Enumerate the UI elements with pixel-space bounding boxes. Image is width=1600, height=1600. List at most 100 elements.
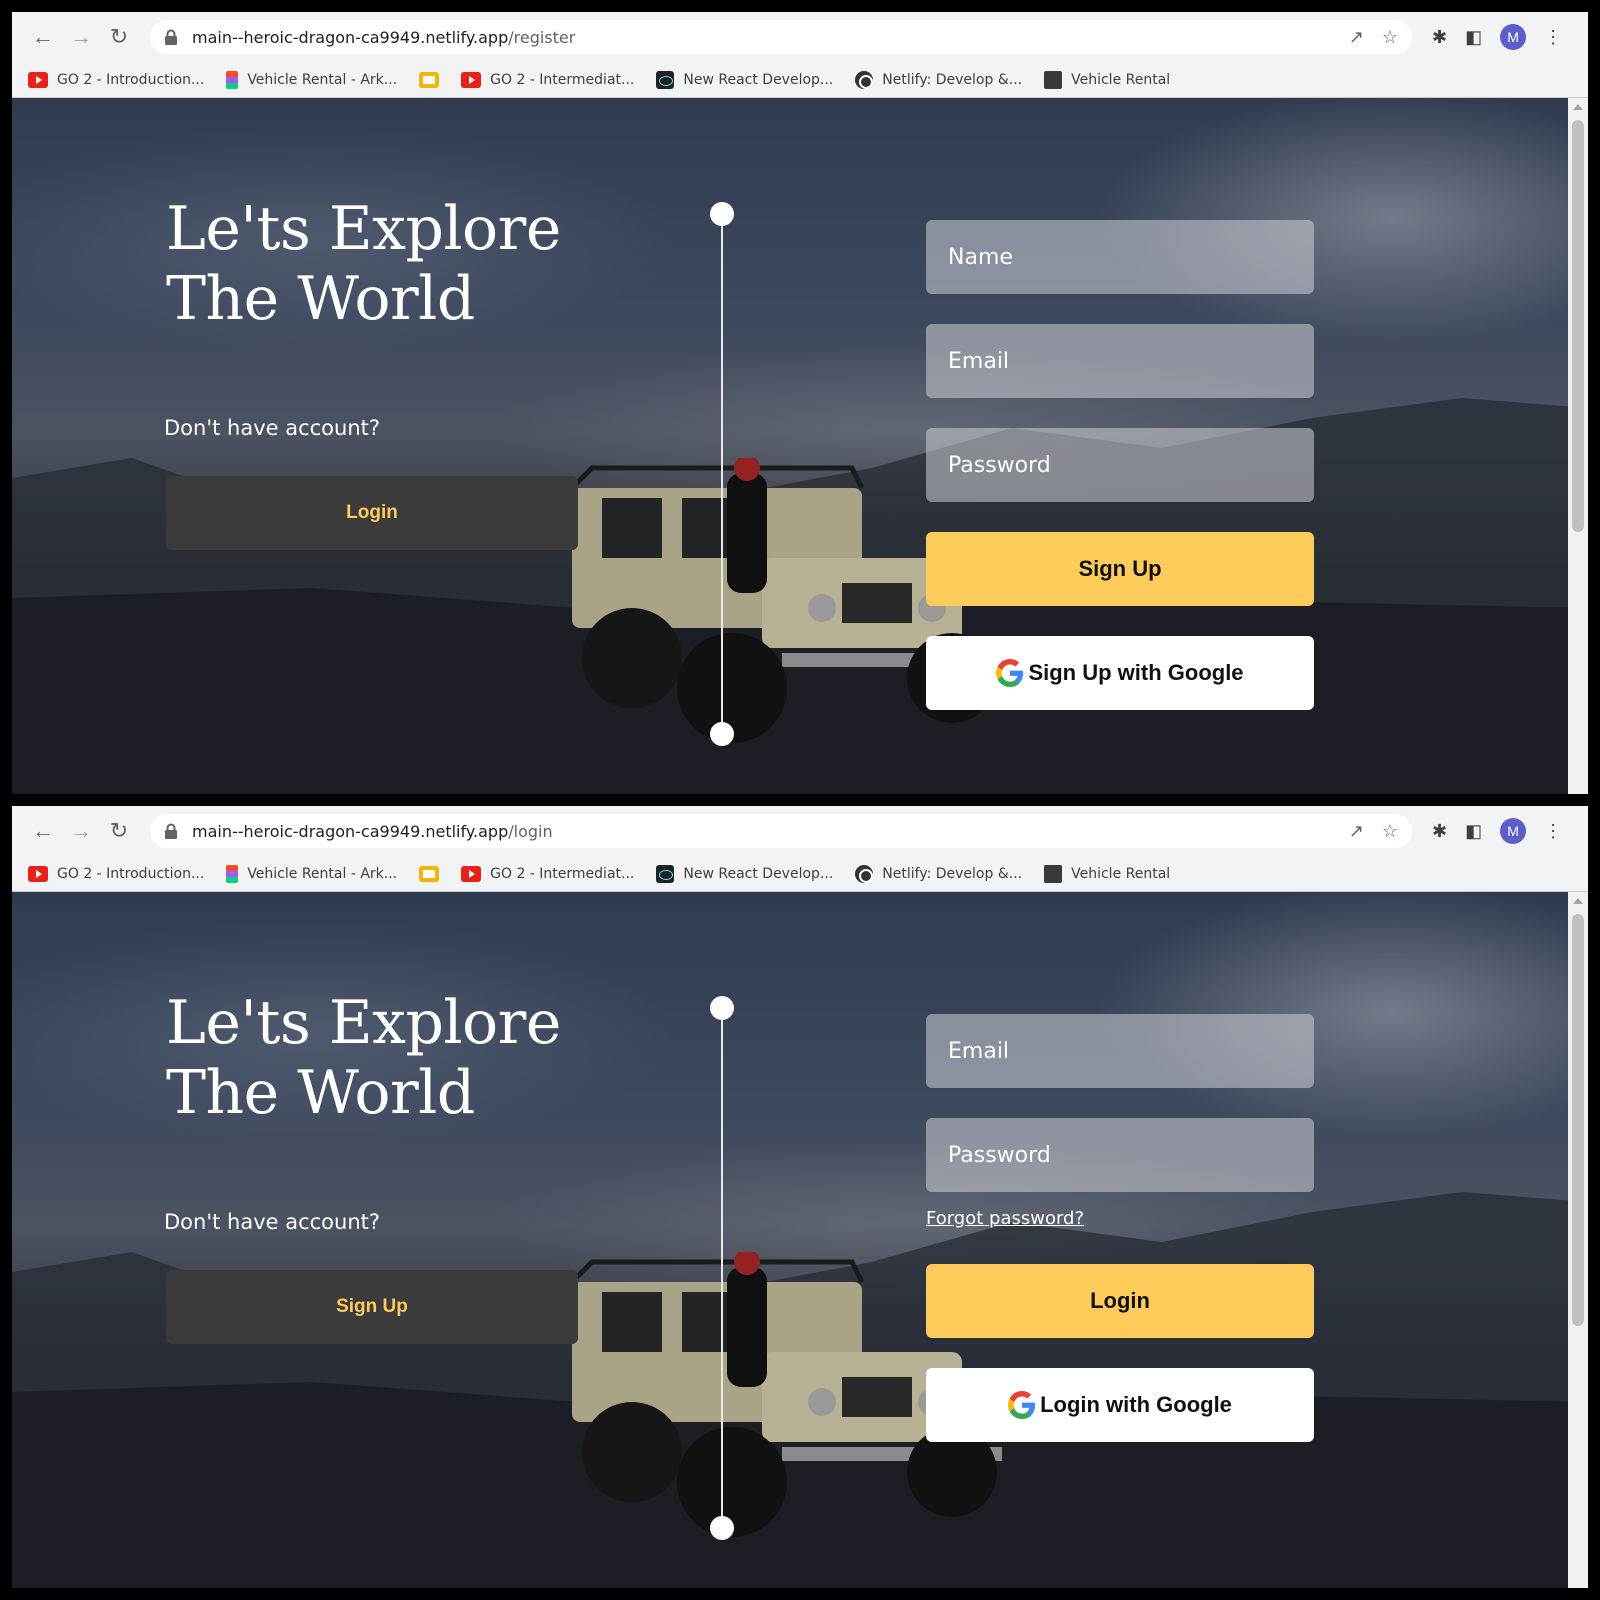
menu-kebab-icon[interactable]: ⋮ xyxy=(1544,821,1562,842)
password-field[interactable]: Password xyxy=(926,1118,1314,1192)
bookmarks-bar: GO 2 - Introduction... Vehicle Rental - … xyxy=(12,62,1588,98)
bookmark-item[interactable] xyxy=(419,71,440,88)
bookmark-item[interactable] xyxy=(419,865,440,882)
google-sign-up-label: Sign Up with Google xyxy=(1028,660,1244,685)
bookmark-item[interactable]: GO 2 - Intermediat... xyxy=(461,71,634,88)
sign-up-button[interactable]: Sign Up xyxy=(926,532,1314,606)
google-login-button[interactable]: Login with Google xyxy=(926,1368,1314,1442)
bookmark-item[interactable]: Vehicle Rental xyxy=(1044,70,1171,89)
share-icon[interactable]: ↗ xyxy=(1349,27,1364,48)
bookmark-item[interactable]: Vehicle Rental - Ark... xyxy=(226,864,397,883)
address-bar[interactable]: main--heroic-dragon-ca9949.netlify.app/r… xyxy=(150,20,1412,54)
login-submit-button[interactable]: Login xyxy=(926,1264,1314,1338)
google-login-label: Login with Google xyxy=(1040,1392,1232,1417)
figma-icon xyxy=(226,70,239,89)
share-icon[interactable]: ↗ xyxy=(1349,821,1364,842)
account-prompt: Don't have account? xyxy=(164,1210,381,1234)
reload-icon[interactable]: ↻ xyxy=(100,18,138,56)
hero-title: Le'ts Explore The World xyxy=(166,194,561,334)
netlify-icon xyxy=(855,864,874,883)
vehicle-rental-icon xyxy=(1044,70,1063,89)
browser-toolbar: ← → ↻ main--heroic-dragon-ca9949.netlify… xyxy=(12,806,1588,856)
scroll-up-icon[interactable] xyxy=(1573,104,1583,110)
bookmark-item[interactable]: Netlify: Develop &... xyxy=(855,864,1022,883)
name-field[interactable]: Name xyxy=(926,220,1314,294)
extensions-puzzle-icon[interactable]: ✱ xyxy=(1432,821,1447,842)
bookmark-star-icon[interactable]: ☆ xyxy=(1382,821,1398,842)
sign-up-switch-button[interactable]: Sign Up xyxy=(166,1270,578,1344)
forgot-password-link[interactable]: Forgot password? xyxy=(926,1208,1084,1229)
bookmark-item[interactable]: GO 2 - Introduction... xyxy=(28,71,205,88)
bookmark-star-icon[interactable]: ☆ xyxy=(1382,27,1398,48)
profile-avatar[interactable]: M xyxy=(1500,24,1527,50)
bookmark-item[interactable]: GO 2 - Intermediat... xyxy=(461,865,635,882)
back-arrow-icon[interactable]: ← xyxy=(24,18,62,56)
divider-line xyxy=(721,1010,723,1534)
bookmark-label: GO 2 - Introduction... xyxy=(57,71,205,88)
bookmark-item[interactable]: New React Develop... xyxy=(656,70,834,89)
divider-dot-top xyxy=(710,996,734,1020)
vehicle-rental-icon xyxy=(1044,864,1063,883)
url-domain: main--heroic-dragon-ca9949.netlify.app xyxy=(192,27,509,47)
bookmark-item[interactable]: Vehicle Rental xyxy=(1044,864,1171,883)
register-page: Le'ts Explore The World Don't have accou… xyxy=(12,98,1588,794)
netlify-icon xyxy=(855,70,874,89)
divider-dot-bottom xyxy=(710,722,734,746)
forward-arrow-icon[interactable]: → xyxy=(62,18,100,56)
hero-title-line2: The World xyxy=(166,264,475,334)
google-sign-up-button[interactable]: Sign Up with Google xyxy=(926,636,1314,710)
forward-arrow-icon[interactable]: → xyxy=(62,812,100,850)
password-field[interactable]: Password xyxy=(926,428,1314,502)
side-panel-icon[interactable]: ◧ xyxy=(1465,27,1482,48)
react-icon xyxy=(656,864,675,883)
bookmark-item[interactable]: New React Develop... xyxy=(656,864,833,883)
url-text: main--heroic-dragon-ca9949.netlify.app/l… xyxy=(192,822,553,841)
lock-icon xyxy=(164,823,178,839)
bookmarks-bar: GO 2 - Introduction... Vehicle Rental - … xyxy=(12,856,1588,892)
address-bar[interactable]: main--heroic-dragon-ca9949.netlify.app/l… xyxy=(150,814,1412,848)
side-panel-icon[interactable]: ◧ xyxy=(1465,821,1482,842)
browser-toolbar: ← → ↻ main--heroic-dragon-ca9949.netlify… xyxy=(12,12,1588,62)
scroll-thumb[interactable] xyxy=(1572,914,1584,1326)
hero-title-line1: Le'ts Explore xyxy=(166,988,561,1058)
profile-avatar[interactable]: M xyxy=(1500,818,1527,844)
hero-title: Le'ts Explore The World xyxy=(166,988,561,1128)
email-field[interactable]: Email xyxy=(926,1014,1314,1088)
login-button[interactable]: Login xyxy=(166,476,578,550)
url-text: main--heroic-dragon-ca9949.netlify.app/r… xyxy=(192,28,575,47)
scroll-thumb[interactable] xyxy=(1572,120,1584,532)
scrollbar[interactable] xyxy=(1568,892,1588,1588)
url-domain: main--heroic-dragon-ca9949.netlify.app xyxy=(192,821,509,841)
bookmark-item[interactable]: Netlify: Develop &... xyxy=(855,70,1023,89)
divider-line xyxy=(721,216,723,740)
bookmark-label: Vehicle Rental xyxy=(1071,865,1171,882)
account-prompt: Don't have account? xyxy=(164,416,381,440)
scrollbar[interactable] xyxy=(1568,98,1588,794)
divider-dot-bottom xyxy=(710,1516,734,1540)
youtube-icon xyxy=(461,865,482,882)
browser-window-login: ← → ↻ main--heroic-dragon-ca9949.netlify… xyxy=(12,806,1588,1588)
bookmark-item[interactable]: Vehicle Rental - Ark... xyxy=(226,70,397,89)
email-field[interactable]: Email xyxy=(926,324,1314,398)
bookmark-label: GO 2 - Introduction... xyxy=(57,865,205,882)
youtube-icon xyxy=(461,71,482,88)
lock-icon xyxy=(164,29,178,45)
google-icon xyxy=(996,659,1024,687)
reload-icon[interactable]: ↻ xyxy=(100,812,138,850)
login-page: Le'ts Explore The World Don't have accou… xyxy=(12,892,1588,1588)
youtube-icon xyxy=(28,865,48,882)
back-arrow-icon[interactable]: ← xyxy=(24,812,62,850)
extensions-puzzle-icon[interactable]: ✱ xyxy=(1432,27,1447,48)
divider-dot-top xyxy=(710,202,734,226)
figma-icon xyxy=(226,864,239,883)
bookmark-item[interactable]: GO 2 - Introduction... xyxy=(28,865,205,882)
scroll-up-icon[interactable] xyxy=(1573,898,1583,904)
bookmark-label: Vehicle Rental xyxy=(1071,71,1171,88)
hero-title-line2: The World xyxy=(166,1058,475,1128)
bookmark-label: GO 2 - Intermediat... xyxy=(490,865,635,882)
bookmark-label: Netlify: Develop &... xyxy=(882,71,1023,88)
url-path: /register xyxy=(508,27,576,47)
browser-window-register: ← → ↻ main--heroic-dragon-ca9949.netlify… xyxy=(12,12,1588,794)
menu-kebab-icon[interactable]: ⋮ xyxy=(1544,27,1562,48)
bookmark-label: New React Develop... xyxy=(683,71,834,88)
